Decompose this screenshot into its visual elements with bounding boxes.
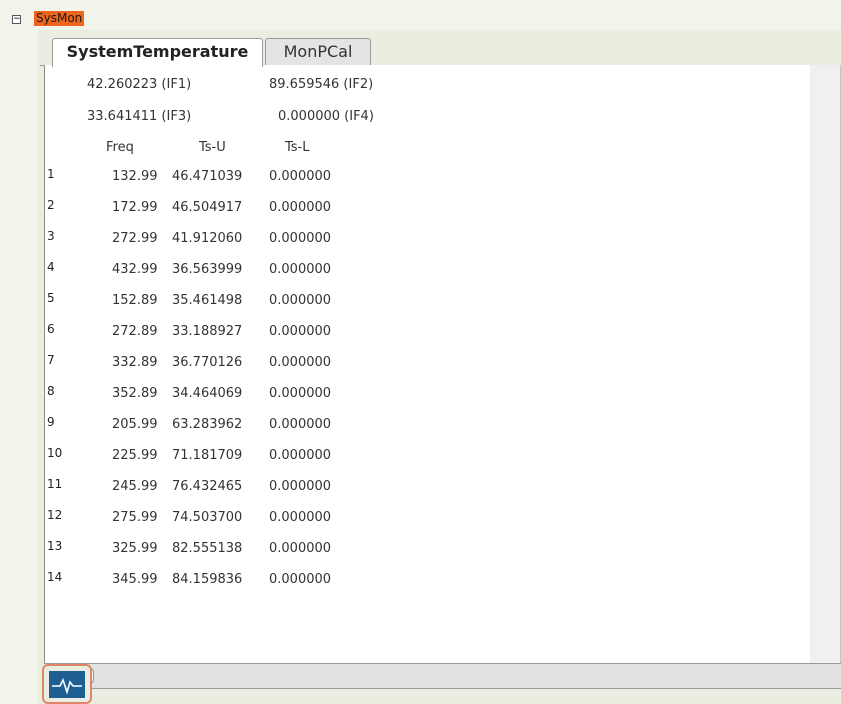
cell-ts-l: 0.000000 (269, 355, 332, 370)
cell-ts-l: 0.000000 (269, 541, 332, 556)
cell-ts-l: 0.000000 (269, 262, 332, 277)
row-index: 9 (47, 415, 55, 429)
cell-ts-u: 63.283962 (172, 417, 243, 432)
heartbeat-monitor-icon (49, 671, 85, 698)
cell-ts-l: 0.000000 (269, 200, 332, 215)
column-header-freq: Freq (106, 140, 134, 155)
row-index: 11 (47, 477, 63, 491)
cell-freq: 352.89 (112, 386, 158, 401)
summary-if2: 89.659546 (IF2) (269, 77, 374, 92)
cell-ts-u: 35.461498 (172, 293, 243, 308)
row-index: 3 (47, 229, 55, 243)
horizontal-scrollbar[interactable] (44, 663, 841, 689)
sysmon-tree-node[interactable]: SysMon (34, 11, 85, 26)
row-index: 14 (47, 570, 63, 584)
cell-ts-u: 41.912060 (172, 231, 243, 246)
cell-freq: 272.89 (112, 324, 158, 339)
cell-freq: 225.99 (112, 448, 158, 463)
cell-ts-u: 46.471039 (172, 169, 243, 184)
row-index: 6 (47, 322, 55, 336)
cell-ts-l: 0.000000 (269, 231, 332, 246)
cell-ts-l: 0.000000 (269, 572, 332, 587)
cell-ts-u: 84.159836 (172, 572, 243, 587)
column-header-ts-u: Ts-U (199, 140, 226, 155)
cell-ts-u: 46.504917 (172, 200, 243, 215)
row-index: 2 (47, 198, 55, 212)
cell-ts-l: 0.000000 (269, 479, 332, 494)
row-index: 5 (47, 291, 55, 305)
system-temperature-table: 42.260223 (IF1) 89.659546 (IF2) 33.64141… (44, 65, 841, 663)
monitor-button[interactable] (42, 664, 92, 704)
cell-ts-u: 33.188927 (172, 324, 243, 339)
summary-if1: 42.260223 (IF1) (87, 77, 192, 92)
row-index: 1 (47, 167, 55, 181)
cell-ts-u: 34.464069 (172, 386, 243, 401)
cell-ts-l: 0.000000 (269, 386, 332, 401)
cell-ts-u: 36.563999 (172, 262, 243, 277)
cell-ts-l: 0.000000 (269, 417, 332, 432)
row-index: 13 (47, 539, 63, 553)
row-index: 10 (47, 446, 63, 460)
cell-freq: 245.99 (112, 479, 158, 494)
cell-ts-u: 74.503700 (172, 510, 243, 525)
tab-monpcal[interactable]: MonPCal (265, 38, 371, 66)
cell-ts-l: 0.000000 (269, 448, 332, 463)
cell-ts-u: 36.770126 (172, 355, 243, 370)
row-index: 8 (47, 384, 55, 398)
cell-freq: 432.99 (112, 262, 158, 277)
row-index: 12 (47, 508, 63, 522)
cell-freq: 152.89 (112, 293, 158, 308)
cell-ts-u: 71.181709 (172, 448, 243, 463)
cell-freq: 332.89 (112, 355, 158, 370)
tab-system-temperature[interactable]: SystemTemperature (52, 38, 263, 67)
cell-ts-l: 0.000000 (269, 510, 332, 525)
cell-freq: 172.99 (112, 200, 158, 215)
cell-ts-l: 0.000000 (269, 169, 332, 184)
cell-freq: 272.99 (112, 231, 158, 246)
cell-ts-u: 82.555138 (172, 541, 243, 556)
right-margin (810, 65, 840, 663)
tab-bar: SystemTemperature MonPCal (40, 32, 841, 67)
row-index: 4 (47, 260, 55, 274)
collapse-toggle-icon[interactable]: − (12, 15, 21, 24)
cell-freq: 205.99 (112, 417, 158, 432)
column-header-ts-l: Ts-L (285, 140, 310, 155)
row-index: 7 (47, 353, 55, 367)
summary-if4: 0.000000 (IF4) (278, 109, 374, 124)
summary-if3: 33.641411 (IF3) (87, 109, 192, 124)
cell-freq: 132.99 (112, 169, 158, 184)
cell-ts-u: 76.432465 (172, 479, 243, 494)
cell-ts-l: 0.000000 (269, 293, 332, 308)
cell-freq: 275.99 (112, 510, 158, 525)
cell-freq: 325.99 (112, 541, 158, 556)
cell-ts-l: 0.000000 (269, 324, 332, 339)
sysmon-panel: SystemTemperature MonPCal 42.260223 (IF1… (38, 30, 841, 704)
cell-freq: 345.99 (112, 572, 158, 587)
